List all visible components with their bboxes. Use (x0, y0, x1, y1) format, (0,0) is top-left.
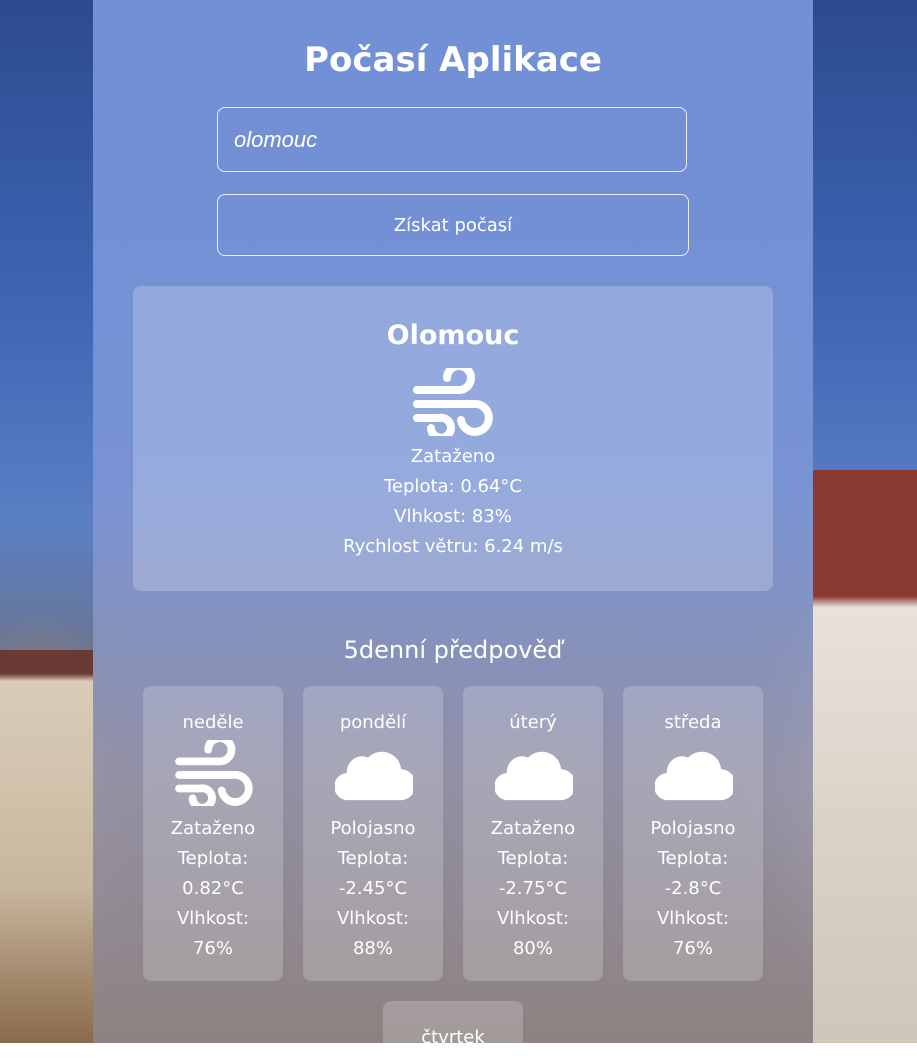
wind-icon (413, 368, 493, 436)
forecast-temp-label: Teplota: (497, 848, 569, 869)
app-title: Počasí Aplikace (304, 40, 602, 80)
forecast-hum: 76% (192, 938, 233, 959)
forecast-temp: -2.75°C (498, 878, 568, 899)
forecast-title: 5denní předpověď (343, 636, 563, 664)
current-humidity: Vlhkost: 83% (394, 506, 512, 527)
forecast-hum-label: Vlhkost: (336, 908, 410, 929)
forecast-hum: 88% (352, 938, 393, 959)
forecast-description: Polojasno (330, 818, 416, 839)
cloud-icon (335, 751, 413, 801)
city-name: Olomouc (386, 320, 520, 351)
forecast-card: neděle Zataženo Teplota: 0.82°C Vlhkost:… (143, 686, 283, 981)
background-building-right (813, 470, 917, 1043)
forecast-description: Polojasno (650, 818, 736, 839)
forecast-hum-label: Vlhkost: (656, 908, 730, 929)
background-building-left (0, 650, 93, 1043)
forecast-description: Zataženo (490, 818, 576, 839)
forecast-day: čtvrtek (421, 1027, 485, 1048)
current-wind-speed: Rychlost větru: 6.24 m/s (343, 536, 563, 557)
forecast-card: čtvrtek (383, 1001, 523, 1061)
cloud-icon (495, 751, 573, 801)
wind-icon (175, 740, 253, 806)
forecast-card: úterý Zataženo Teplota: -2.75°C Vlhkost:… (463, 686, 603, 981)
forecast-temp: -2.45°C (338, 878, 408, 899)
forecast-description: Zataženo (170, 818, 256, 839)
forecast-temp-label: Teplota: (657, 848, 729, 869)
current-description: Zataženo (410, 446, 496, 467)
forecast-card: středa Polojasno Teplota: -2.8°C Vlhkost… (623, 686, 763, 981)
forecast-temp: 0.82°C (182, 878, 244, 899)
forecast-hum-label: Vlhkost: (496, 908, 570, 929)
forecast-temp-label: Teplota: (177, 848, 249, 869)
forecast-temp: -2.8°C (664, 878, 722, 899)
forecast-day: středa (664, 712, 722, 733)
get-weather-button[interactable]: Získat počasí (217, 194, 689, 256)
forecast-card: pondělí Polojasno Teplota: -2.45°C Vlhko… (303, 686, 443, 981)
weather-panel: Počasí Aplikace Získat počasí Olomouc Za… (93, 0, 813, 1061)
forecast-hum-label: Vlhkost: (176, 908, 250, 929)
current-temperature: Teplota: 0.64°C (384, 476, 522, 497)
forecast-day: pondělí (339, 712, 407, 733)
forecast-day: neděle (182, 712, 244, 733)
current-weather-card: Olomouc Zataženo Teplota: 0.64°C Vlhkost… (133, 286, 773, 591)
cloud-icon (655, 751, 733, 801)
forecast-temp-label: Teplota: (337, 848, 409, 869)
city-search-input[interactable] (217, 107, 687, 172)
forecast-hum: 76% (672, 938, 713, 959)
forecast-day: úterý (509, 712, 557, 733)
forecast-hum: 80% (512, 938, 553, 959)
